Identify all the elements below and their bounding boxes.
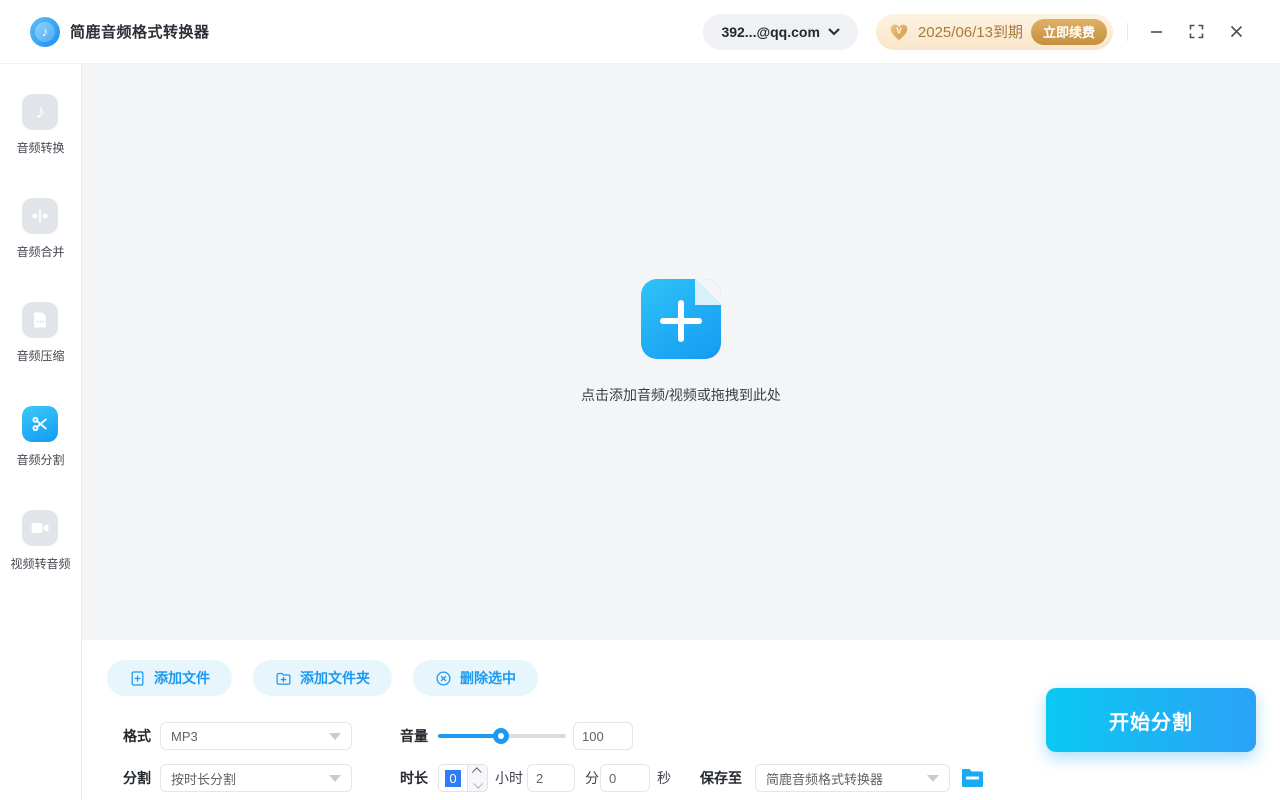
volume-label: 音量 bbox=[400, 728, 428, 744]
folder-plus-icon bbox=[276, 672, 291, 685]
format-select[interactable]: MP3 bbox=[160, 722, 352, 750]
sidebar: ♪ 音频转换 音频合并 音频压缩 音频分割 视频转音频 bbox=[0, 64, 82, 800]
titlebar: ♪ 简鹿音频格式转换器 392...@qq.com V 2025/06/13到期… bbox=[0, 0, 1280, 64]
brand: ♪ 简鹿音频格式转换器 bbox=[30, 16, 210, 47]
seconds-input[interactable] bbox=[600, 764, 650, 792]
minimize-icon bbox=[1150, 31, 1162, 33]
titlebar-right: 392...@qq.com V 2025/06/13到期 立即续费 bbox=[703, 12, 1256, 52]
dropdown-arrow-icon bbox=[329, 774, 341, 782]
sidebar-item-audio-convert[interactable]: ♪ 音频转换 bbox=[16, 94, 65, 156]
main-content: 点击添加音频/视频或拖拽到此处 bbox=[82, 64, 1280, 640]
sidebar-item-video-to-audio[interactable]: 视频转音频 bbox=[10, 510, 71, 572]
account-dropdown[interactable]: 392...@qq.com bbox=[703, 13, 858, 50]
vip-expiry-date: 2025/06/13到期 bbox=[917, 24, 1023, 41]
split-label: 分割 bbox=[123, 770, 151, 786]
vip-heart-icon: V bbox=[888, 21, 910, 43]
close-button[interactable] bbox=[1216, 12, 1256, 52]
dropzone-hint: 点击添加音频/视频或拖拽到此处 bbox=[581, 387, 781, 403]
add-folder-button[interactable]: 添加文件夹 bbox=[253, 660, 392, 696]
file-dropzone[interactable]: 点击添加音频/视频或拖拽到此处 bbox=[581, 279, 781, 405]
music-note-icon: ♪ bbox=[22, 94, 59, 130]
split-mode-select[interactable]: 按时长分割 bbox=[160, 764, 352, 792]
delete-selected-button[interactable]: 删除选中 bbox=[413, 660, 538, 696]
volume-input[interactable] bbox=[573, 722, 633, 750]
video-camera-icon bbox=[22, 510, 59, 546]
save-to-label: 保存至 bbox=[700, 770, 742, 786]
seconds-unit: 秒 bbox=[657, 770, 671, 786]
start-split-button[interactable]: 开始分割 bbox=[1046, 688, 1256, 752]
hours-value[interactable]: 0 bbox=[445, 769, 461, 787]
duration-label: 时长 bbox=[400, 770, 428, 786]
svg-text:V: V bbox=[896, 26, 902, 35]
hours-stepper[interactable]: 0 bbox=[438, 764, 488, 792]
volume-slider[interactable] bbox=[438, 722, 566, 750]
open-folder-button[interactable] bbox=[960, 764, 986, 792]
dropdown-arrow-icon bbox=[927, 774, 939, 782]
file-toolbar: 添加文件 添加文件夹 删除选中 bbox=[107, 660, 538, 696]
minutes-input[interactable] bbox=[527, 764, 575, 792]
sidebar-item-audio-merge[interactable]: 音频合并 bbox=[16, 198, 65, 260]
app-window: ♪ 简鹿音频格式转换器 392...@qq.com V 2025/06/13到期… bbox=[0, 0, 1280, 800]
compress-file-icon bbox=[22, 302, 59, 338]
renew-button[interactable]: 立即续费 bbox=[1030, 18, 1107, 45]
bottom-panel: 添加文件 添加文件夹 删除选中 格式 MP3 音量 100 分割 按时长分割 时… bbox=[82, 640, 1280, 800]
account-email: 392...@qq.com bbox=[721, 23, 820, 40]
slider-handle[interactable] bbox=[492, 728, 509, 744]
folder-icon bbox=[962, 769, 983, 787]
add-file-button[interactable]: 添加文件 bbox=[107, 660, 232, 696]
hours-unit: 小时 bbox=[495, 770, 523, 786]
maximize-button[interactable] bbox=[1176, 12, 1216, 52]
merge-arrows-icon bbox=[22, 198, 59, 234]
dropdown-arrow-icon bbox=[329, 732, 341, 740]
circle-x-icon bbox=[436, 670, 451, 686]
format-label: 格式 bbox=[123, 728, 151, 744]
sidebar-item-audio-compress[interactable]: 音频压缩 bbox=[16, 302, 65, 364]
save-path-select[interactable]: 简鹿音频格式转换器 bbox=[755, 764, 950, 792]
vip-badge: V 2025/06/13到期 立即续费 bbox=[875, 13, 1113, 50]
titlebar-divider bbox=[1127, 22, 1128, 41]
app-title: 简鹿音频格式转换器 bbox=[70, 24, 210, 41]
scissors-icon bbox=[22, 406, 59, 442]
sidebar-item-audio-split[interactable]: 音频分割 bbox=[16, 406, 65, 468]
stepper-up-icon[interactable] bbox=[468, 765, 487, 778]
add-file-plus-icon[interactable] bbox=[640, 279, 721, 359]
file-plus-icon bbox=[131, 670, 144, 686]
chevron-down-icon bbox=[828, 28, 840, 35]
close-icon bbox=[1230, 25, 1242, 38]
app-logo-music-icon: ♪ bbox=[30, 16, 60, 47]
stepper-down-icon[interactable] bbox=[468, 778, 487, 791]
minutes-unit: 分 bbox=[585, 770, 599, 786]
maximize-icon bbox=[1189, 24, 1203, 39]
minimize-button[interactable] bbox=[1136, 12, 1176, 52]
